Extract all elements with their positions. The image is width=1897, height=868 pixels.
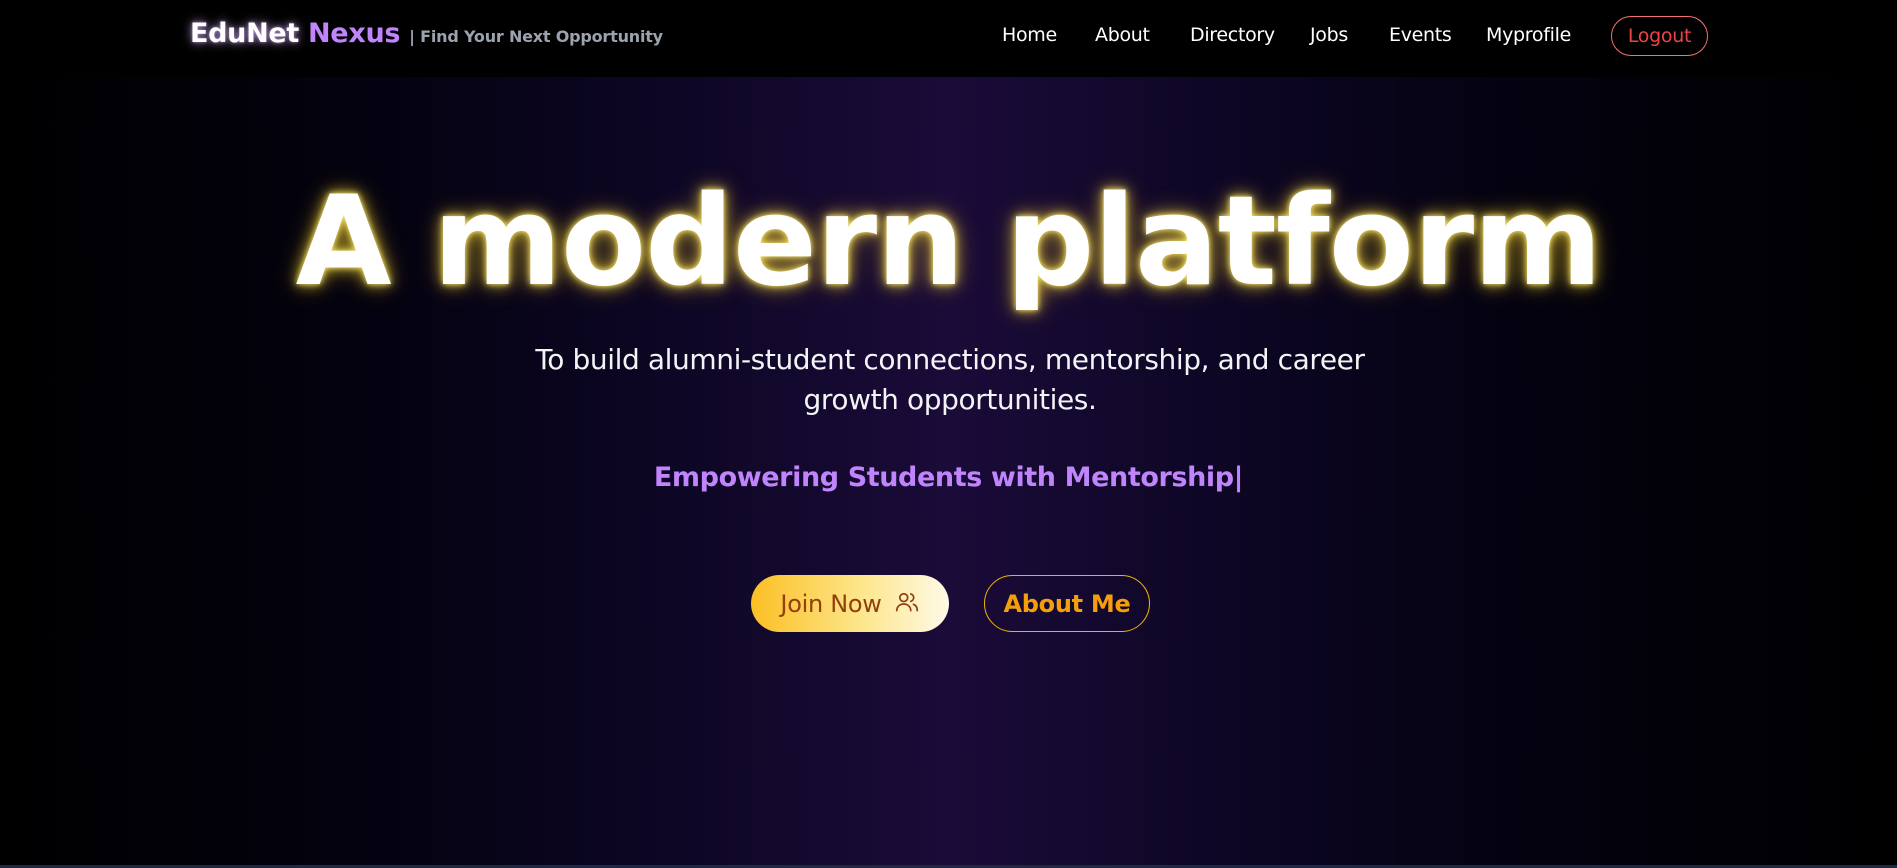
nav-events[interactable]: Events [1389,24,1452,46]
nav-jobs[interactable]: Jobs [1310,24,1348,46]
join-now-button[interactable]: Join Now [751,575,949,632]
join-now-label: Join Now [780,589,882,618]
brand-name: EduNet [190,18,300,49]
logout-button[interactable]: Logout [1611,16,1708,56]
brand-tagline: | Find Your Next Opportunity [409,27,663,46]
nav-myprofile[interactable]: Myprofile [1486,24,1571,46]
brand-logo[interactable]: EduNet Nexus | Find Your Next Opportunit… [190,18,663,49]
hero-subtitle: To build alumni-student connections, men… [535,343,1365,416]
about-me-label: About Me [1003,589,1131,618]
about-me-button[interactable]: About Me [984,575,1150,632]
nav-home[interactable]: Home [1002,24,1057,46]
brand-accent: Nexus [308,18,401,49]
nav-about[interactable]: About [1095,24,1150,46]
users-icon [894,589,920,619]
navbar: EduNet Nexus | Find Your Next Opportunit… [0,0,1897,77]
nav-directory[interactable]: Directory [1190,24,1275,46]
page: EduNet Nexus | Find Your Next Opportunit… [0,0,1897,868]
typing-text: Empowering Students with Mentorship| [653,462,1244,493]
hero-headline: A modern platform [295,170,1603,314]
